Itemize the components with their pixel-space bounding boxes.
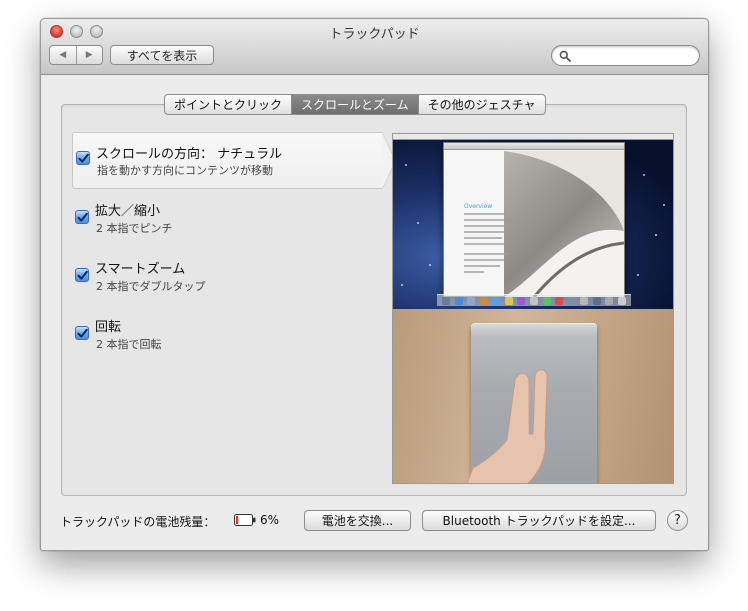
checkmark-icon [78,153,89,163]
preview-desktop: Overview [393,134,673,309]
option-title: 回転 [95,320,122,335]
scroll-direction-checkbox[interactable] [76,151,90,165]
battery-level-label: トラックパッドの電池残量： [60,515,216,529]
tab-bar: ポイントとクリック スクロールとズーム その他のジェスチャ [164,94,546,115]
bridge-image [504,151,624,297]
tab-scroll-and-zoom[interactable]: スクロールとズーム [291,95,418,114]
checkmark-icon [77,328,88,338]
help-button[interactable]: ? [667,510,688,531]
tab-more-gestures[interactable]: その他のジェスチャ [417,95,545,114]
preview-doc-heading: Overview [464,203,493,210]
show-all-button[interactable]: すべてを表示 [110,45,214,65]
option-zoom[interactable]: 拡大／縮小 2 本指でピンチ [72,197,382,237]
back-forward-control: ◀ ▶ [49,45,103,65]
smart-zoom-checkbox[interactable] [75,268,89,282]
option-title: 拡大／縮小 [95,204,161,219]
setup-bluetooth-trackpad-button[interactable]: Bluetooth トラックパッドを設定... [422,510,656,531]
hand-gesture-image [466,369,548,483]
preview-menubar [393,134,673,140]
option-subtitle: 2 本指でピンチ [96,222,173,235]
battery-icon [234,514,256,526]
search-icon [559,50,571,62]
checkmark-icon [77,270,88,280]
title-bar: トラックパッド ◀ ▶ すべてを表示 [41,19,708,75]
battery-percentage: 6% [260,513,280,527]
window-title: トラックパッド [329,27,420,42]
option-title: スマートズーム [95,262,186,277]
preview-table [393,309,673,483]
forward-arrow-icon[interactable]: ▶ [75,46,103,64]
option-subtitle: 2 本指で回転 [96,338,162,351]
preferences-window: トラックパッド ◀ ▶ すべてを表示 ポイントとクリック スクロールとズーム そ… [40,18,709,551]
option-smart-zoom[interactable]: スマートズーム 2 本指でダブルタップ [72,255,382,295]
search-field[interactable] [551,45,700,66]
preview-document-window: Overview [443,142,625,297]
back-arrow-icon[interactable]: ◀ [50,46,76,64]
option-title: スクロールの方向： ナチュラル [96,147,283,162]
replace-battery-button[interactable]: 電池を交換... [304,510,411,531]
option-rotate[interactable]: 回転 2 本指で回転 [72,313,382,353]
tab-point-and-click[interactable]: ポイントとクリック [165,95,291,114]
option-scroll-direction[interactable]: スクロールの方向： ナチュラル 指を動かす方向にコンテンツが移動 [72,132,396,190]
preview-dock [437,294,631,306]
checkmark-icon [77,212,88,222]
option-subtitle: 2 本指でダブルタップ [96,280,206,293]
gesture-preview-video: Overview [392,133,674,484]
rotate-checkbox[interactable] [75,326,89,340]
zoom-checkbox[interactable] [75,210,89,224]
option-subtitle: 指を動かす方向にコンテンツが移動 [97,164,273,177]
